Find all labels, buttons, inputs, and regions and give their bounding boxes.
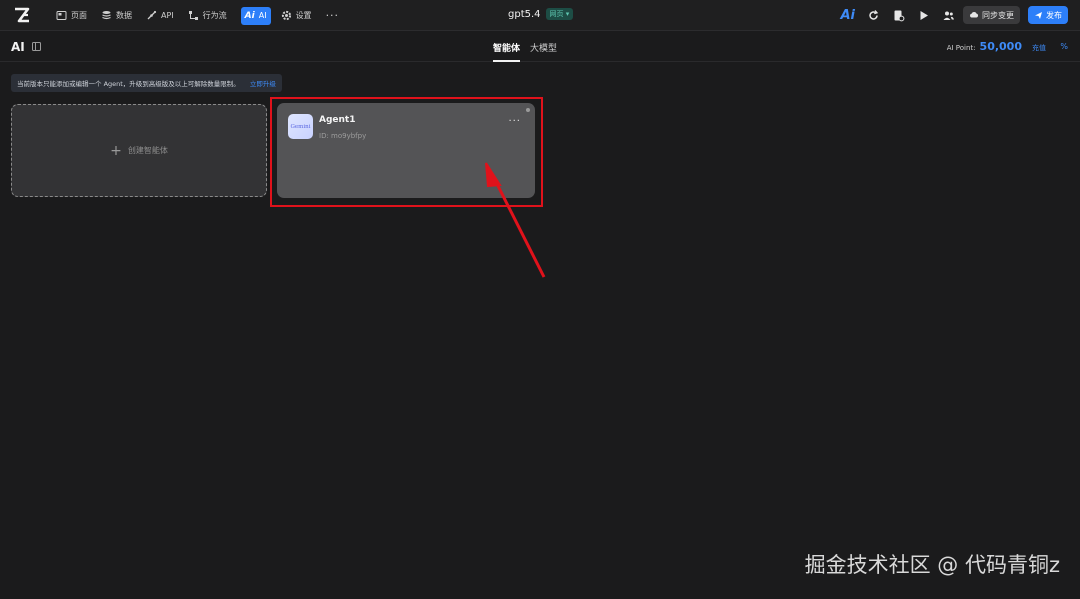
platform-tag[interactable]: 网页 ▾ — [545, 8, 574, 20]
publish-label: 发布 — [1046, 10, 1062, 20]
document-icon[interactable] — [892, 9, 905, 22]
users-icon[interactable] — [942, 9, 955, 22]
discount-icon[interactable]: % — [1060, 42, 1068, 51]
nav-label: 数据 — [116, 11, 132, 20]
nav-label: 设置 — [295, 11, 312, 20]
ai-assistant-icon[interactable]: Ai — [840, 8, 855, 23]
nav-label: AI — [258, 11, 267, 20]
nav-item-settings[interactable]: 设置 — [281, 7, 312, 25]
more-menu-icon[interactable]: ··· — [326, 9, 340, 22]
page-title: AI — [11, 40, 25, 54]
publish-button[interactable]: 发布 — [1028, 6, 1068, 24]
sidebar-toggle-icon[interactable] — [32, 42, 41, 51]
database-icon — [102, 11, 111, 20]
page-header: AI 智能体 大模型 AI Point: 50,000 充值 % — [0, 31, 1080, 62]
main-nav: 页面 数据 API 行为流 Ai AI 设置 ··· — [56, 0, 339, 31]
upgrade-link[interactable]: 立即升级 — [250, 78, 276, 88]
agent-id: ID: mo9ybfpy — [319, 132, 367, 140]
page-icon — [56, 11, 67, 20]
upgrade-notice: 当前版本只能添加或编辑一个 Agent，升级到高级版及以上可解除数量限制。 立即… — [11, 74, 282, 92]
agent-avatar: Gemini — [288, 114, 313, 139]
points-label: AI Point: — [946, 44, 976, 52]
play-icon[interactable] — [917, 9, 930, 22]
toolbar-right: Ai 同步变更 发布 — [840, 6, 1068, 24]
nav-item-data[interactable]: 数据 — [101, 7, 132, 25]
nav-label: 页面 — [71, 11, 87, 20]
nav-item-ai[interactable]: Ai AI — [240, 6, 271, 25]
gear-icon — [281, 10, 291, 21]
ai-icon: Ai — [244, 10, 255, 21]
nav-item-flow[interactable]: 行为流 — [188, 7, 227, 25]
nav-label: 行为流 — [202, 11, 227, 20]
ai-points: AI Point: 50,000 充值 — [947, 40, 1046, 53]
app-logo-icon[interactable] — [13, 6, 31, 24]
status-dot — [526, 108, 530, 112]
send-icon — [1035, 11, 1042, 19]
project-name[interactable]: gpt5.4 — [508, 9, 541, 20]
refresh-icon[interactable] — [867, 9, 880, 22]
create-agent-label: 创建智能体 — [127, 146, 168, 155]
tab-agents[interactable]: 智能体 — [493, 41, 521, 62]
cloud-icon — [970, 12, 979, 18]
plus-icon: + — [110, 142, 122, 159]
sync-changes-button[interactable]: 同步变更 — [963, 6, 1020, 24]
api-icon — [147, 10, 157, 20]
points-value: 50,000 — [979, 40, 1022, 53]
sync-label: 同步变更 — [982, 10, 1014, 20]
page-tabs: 智能体 大模型 — [493, 41, 557, 62]
agent-name: Agent1 — [319, 115, 356, 125]
create-agent-card[interactable]: + 创建智能体 — [11, 104, 267, 197]
nav-item-pages[interactable]: 页面 — [56, 7, 87, 25]
avatar-text: Gemini — [290, 123, 311, 130]
recharge-link[interactable]: 充值 — [1032, 43, 1046, 53]
nav-item-api[interactable]: API — [146, 7, 174, 25]
agent-card[interactable]: Gemini Agent1 ID: mo9ybfpy ··· — [277, 103, 535, 198]
notice-message: 当前版本只能添加或编辑一个 Agent，升级到高级版及以上可解除数量限制。 — [17, 80, 240, 88]
project-title: gpt5.4 网页 ▾ — [508, 8, 574, 20]
flow-icon — [188, 11, 198, 20]
top-navigation-bar: 页面 数据 API 行为流 Ai AI 设置 ··· gpt5.4 网页 ▾ A… — [0, 0, 1080, 31]
agent-more-icon[interactable]: ··· — [508, 116, 521, 127]
watermark-text: 掘金技术社区 @ 代码青铜z — [804, 553, 1060, 577]
nav-label: API — [161, 11, 174, 20]
tab-models[interactable]: 大模型 — [530, 41, 557, 62]
